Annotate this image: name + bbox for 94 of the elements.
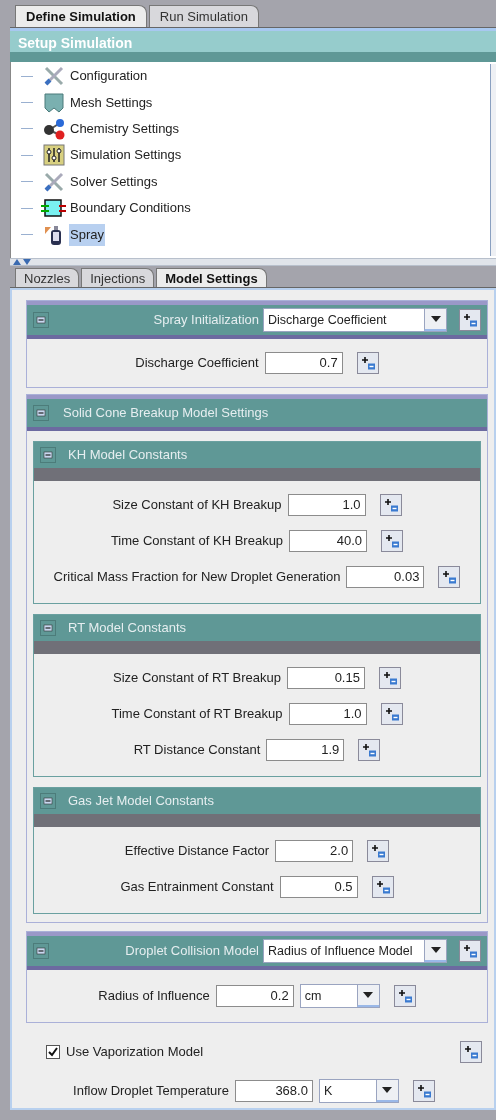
section-title: Spray Initialization xyxy=(152,311,259,330)
sliders-icon xyxy=(43,144,65,167)
dropdown[interactable]: K xyxy=(318,1079,399,1103)
value-field[interactable]: 40.0 xyxy=(289,530,368,552)
boundary-box-icon xyxy=(41,197,67,220)
add-remove-button[interactable] xyxy=(358,739,381,761)
tab[interactable]: Model Settings xyxy=(156,268,267,287)
tree-item[interactable]: Boundary Conditions xyxy=(69,197,192,220)
field-label: Size Constant of RT Breakup xyxy=(113,669,281,688)
collapse-icon[interactable] xyxy=(33,405,49,421)
field-label: Inflow Droplet Temperature xyxy=(73,1082,229,1101)
add-remove-button[interactable] xyxy=(438,566,461,588)
field-label: Effective Distance Factor xyxy=(124,842,270,861)
tree-item[interactable]: Simulation Settings xyxy=(69,144,183,167)
field-label: Time Constant of RT Breakup xyxy=(111,705,283,724)
value-field[interactable]: 1.0 xyxy=(288,703,367,725)
tree-item[interactable]: Chemistry Settings xyxy=(69,117,181,140)
tab[interactable]: Nozzles xyxy=(15,268,80,287)
value-field[interactable]: 0.5 xyxy=(279,876,358,898)
field-label: Time Constant of KH Breakup xyxy=(110,532,284,551)
value-field[interactable]: 0.03 xyxy=(346,566,425,588)
plus-minus-icon xyxy=(463,1044,479,1060)
scrollbar[interactable] xyxy=(490,64,496,256)
value-field[interactable]: 2.0 xyxy=(275,840,354,862)
plus-minus-icon xyxy=(361,742,378,758)
add-remove-button[interactable] xyxy=(460,1041,482,1063)
section-title: Solid Cone Breakup Model Settings xyxy=(63,404,269,423)
tree-item[interactable]: Mesh Settings xyxy=(69,91,154,114)
value-field[interactable]: 0.15 xyxy=(286,667,365,689)
add-remove-button[interactable] xyxy=(459,309,481,331)
check-icon xyxy=(48,1047,58,1057)
dropdown[interactable]: cm xyxy=(299,984,380,1008)
wrench-screwdriver-icon xyxy=(43,65,65,88)
plus-minus-icon xyxy=(441,569,458,585)
add-remove-button[interactable] xyxy=(380,703,403,725)
plus-minus-icon xyxy=(370,843,387,859)
plus-minus-icon xyxy=(374,879,391,895)
add-remove-button[interactable] xyxy=(459,940,481,962)
field-label: Size Constant of KH Breakup xyxy=(112,496,282,515)
collapse-arrows-icon xyxy=(13,259,31,265)
section-title: Droplet Collision Model xyxy=(124,942,259,961)
field-label: Discharge Coefficient xyxy=(135,354,259,373)
tree-item[interactable]: Solver Settings xyxy=(69,170,159,193)
add-remove-button[interactable] xyxy=(378,667,401,689)
group-title: Gas Jet Model Constants xyxy=(68,792,214,811)
add-remove-button[interactable] xyxy=(381,530,404,552)
tab[interactable]: Injections xyxy=(81,268,155,287)
plus-minus-icon xyxy=(383,706,400,722)
tab[interactable]: Run Simulation xyxy=(148,5,259,27)
plus-minus-icon xyxy=(415,1083,432,1099)
dropdown[interactable]: Radius of Influence Model xyxy=(263,939,447,963)
add-remove-button[interactable] xyxy=(412,1080,435,1102)
plus-minus-icon xyxy=(462,312,478,328)
mesh-icon xyxy=(43,91,65,114)
wrench-screwdriver-icon xyxy=(43,170,65,193)
plus-minus-icon xyxy=(359,355,376,371)
add-remove-button[interactable] xyxy=(371,876,394,898)
field-label: RT Distance Constant xyxy=(133,741,261,760)
caret-icon xyxy=(363,992,374,998)
group-title: RT Model Constants xyxy=(68,619,187,638)
plus-minus-icon xyxy=(384,533,401,549)
collapse-icon[interactable] xyxy=(40,620,56,636)
checkbox-label: Use Vaporization Model xyxy=(66,1043,205,1062)
collapse-icon[interactable] xyxy=(33,943,49,959)
value-field[interactable]: 0.2 xyxy=(215,985,294,1007)
group-title: KH Model Constants xyxy=(68,446,188,465)
checkbox[interactable] xyxy=(46,1045,60,1059)
value-field[interactable]: 368.0 xyxy=(234,1080,313,1102)
plus-minus-icon xyxy=(381,670,398,686)
collapse-icon[interactable] xyxy=(40,793,56,809)
add-remove-button[interactable] xyxy=(356,352,379,374)
collapse-icon[interactable] xyxy=(40,447,56,463)
add-remove-button[interactable] xyxy=(367,840,390,862)
caret-icon xyxy=(430,947,441,953)
field-label: Gas Entrainment Constant xyxy=(120,878,274,897)
value-field[interactable]: 1.9 xyxy=(266,739,345,761)
field-label: Critical Mass Fraction for New Droplet Generation xyxy=(53,568,341,587)
value-field[interactable]: 0.7 xyxy=(264,352,343,374)
add-remove-button[interactable] xyxy=(379,494,402,516)
dropdown[interactable]: Discharge Coefficient xyxy=(263,308,447,332)
plus-minus-icon xyxy=(382,497,399,513)
plus-minus-icon xyxy=(462,943,478,959)
tree-item[interactable]: Configuration xyxy=(69,65,149,88)
collapse-icon[interactable] xyxy=(33,312,49,328)
plus-minus-icon xyxy=(396,988,413,1004)
tab[interactable]: Define Simulation xyxy=(15,5,147,27)
add-remove-button[interactable] xyxy=(393,985,416,1007)
tree-item[interactable]: Spray xyxy=(69,223,105,246)
panel-title: Setup Simulation xyxy=(17,34,133,52)
molecule-icon xyxy=(42,117,66,140)
field-label: Radius of Influence xyxy=(98,987,210,1006)
caret-icon xyxy=(382,1087,393,1093)
value-field[interactable]: 1.0 xyxy=(287,494,366,516)
caret-icon xyxy=(430,316,441,322)
